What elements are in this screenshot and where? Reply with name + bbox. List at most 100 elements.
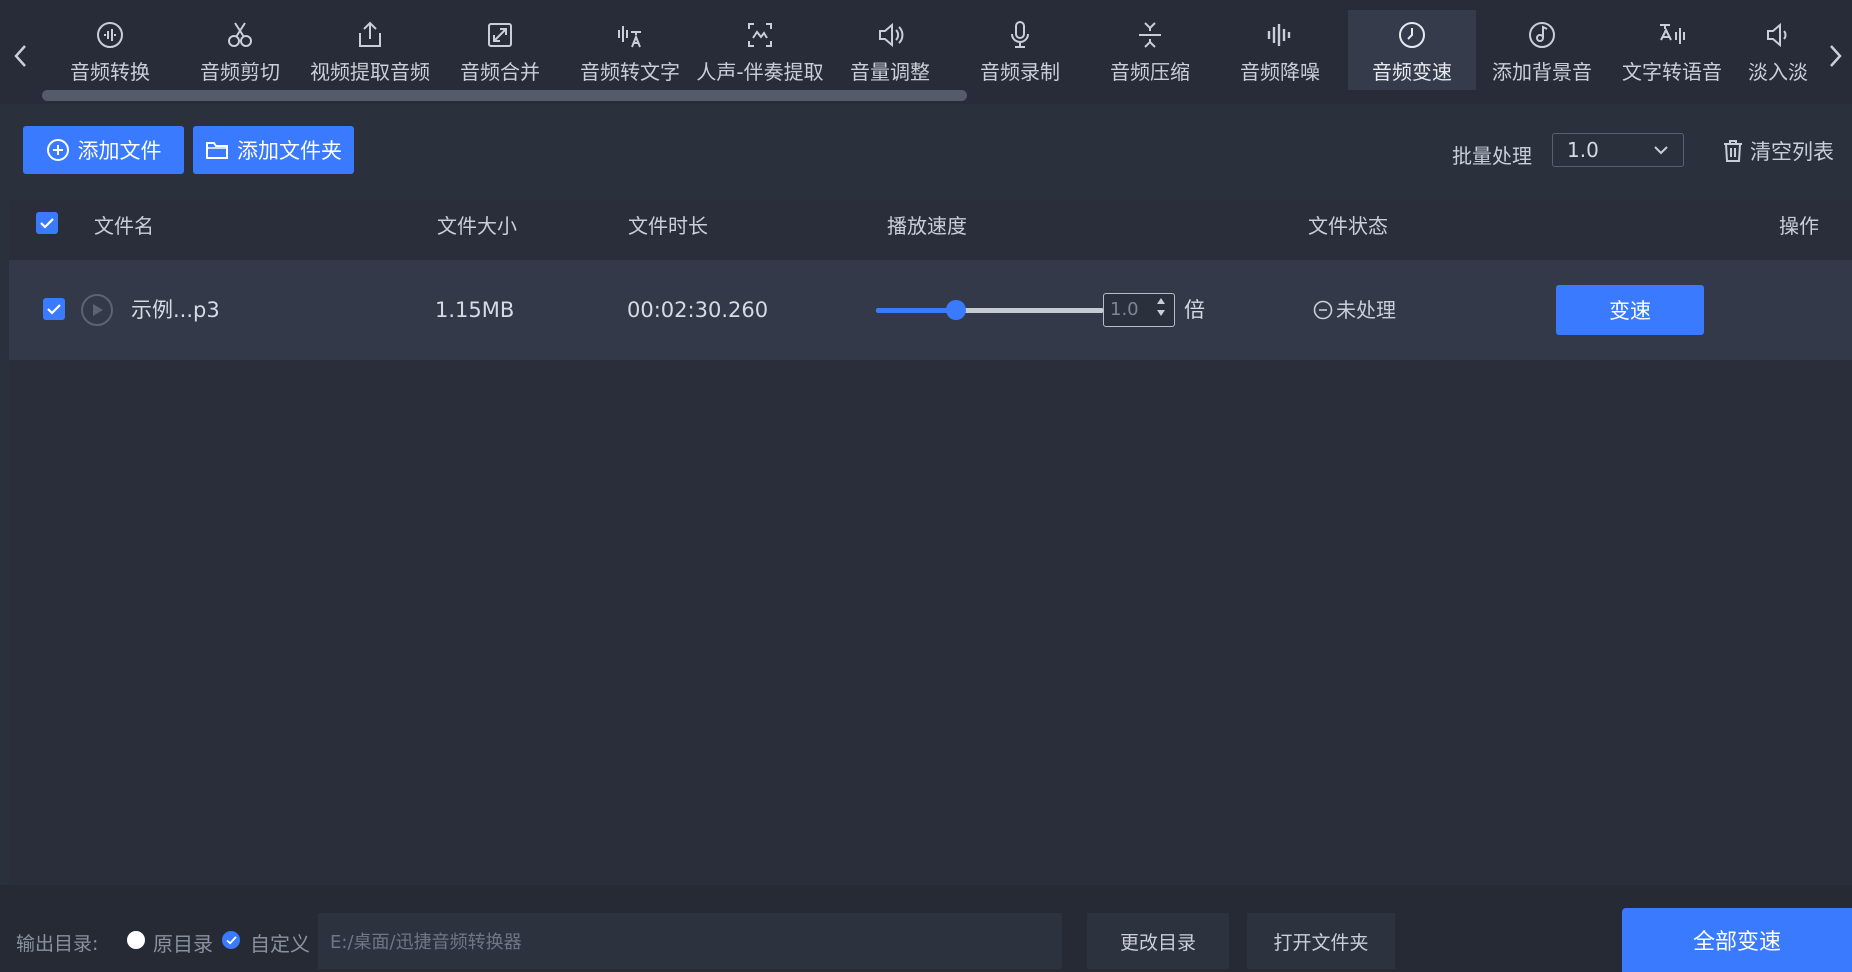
voice-extract-icon — [745, 10, 775, 50]
add-folder-label: 添加文件夹 — [237, 139, 342, 163]
speed-change-button[interactable]: 变速 — [1556, 285, 1704, 335]
trash-icon — [1724, 140, 1742, 162]
tool-label: 音频剪切 — [200, 60, 280, 84]
check-icon — [225, 935, 237, 944]
add-folder-button[interactable]: 添加文件夹 — [193, 126, 354, 174]
upload-icon — [355, 10, 385, 50]
tool-label: 人声-伴奏提取 — [696, 60, 824, 84]
scroll-right-icon[interactable] — [1820, 36, 1850, 76]
file-size: 1.15MB — [435, 298, 515, 322]
tool-label: 音量调整 — [850, 60, 930, 84]
tool-label: 音频转换 — [70, 60, 150, 84]
tool-label: 文字转语音 — [1622, 60, 1722, 84]
speed-slider-thumb[interactable] — [945, 300, 966, 320]
output-path-input[interactable] — [318, 913, 1062, 969]
speech-to-text-icon — [615, 10, 645, 50]
check-icon — [47, 304, 61, 315]
output-dir-label: 输出目录: — [16, 933, 99, 955]
chevron-down-icon — [1654, 146, 1668, 155]
table-row: 示例...p3 1.15MB 00:02:30.260 1.0 倍 未处理 变速 — [9, 260, 1852, 360]
tool-label: 音频变速 — [1372, 60, 1452, 84]
toolbar-scrollbar[interactable] — [42, 90, 967, 101]
tool-audio-record[interactable]: 音频录制 — [956, 10, 1084, 90]
scroll-left-icon[interactable] — [6, 36, 36, 76]
tool-audio-denoise[interactable]: 音频降噪 — [1216, 10, 1344, 90]
header-duration: 文件时长 — [628, 214, 708, 238]
select-all-checkbox[interactable] — [36, 212, 58, 234]
microphone-icon — [1005, 10, 1035, 50]
minus-circle-icon — [1313, 300, 1333, 320]
spin-up-icon[interactable] — [1156, 297, 1166, 305]
radio-original-dir[interactable] — [127, 931, 145, 949]
speed-spinner[interactable] — [1156, 297, 1166, 317]
tool-add-bgm[interactable]: 添加背景音 — [1478, 10, 1606, 90]
tool-label: 音频降噪 — [1240, 60, 1320, 84]
tool-label: 视频提取音频 — [310, 60, 430, 84]
speaker-icon — [875, 10, 905, 50]
plus-circle-icon — [46, 139, 69, 161]
tool-volume-adjust[interactable]: 音量调整 — [826, 10, 954, 90]
header-file-size: 文件大小 — [437, 214, 517, 238]
fade-icon — [1763, 10, 1793, 50]
file-status-text: 未处理 — [1336, 298, 1396, 322]
merge-icon — [485, 10, 515, 50]
play-button[interactable] — [81, 294, 113, 326]
tool-list: 音频转换 音频剪切 视频提取音频 音频合并 音频转文字 人声-伴奏提取 音量调整… — [46, 10, 1812, 90]
change-dir-button[interactable]: 更改目录 — [1087, 913, 1229, 969]
table-header: 文件名 文件大小 文件时长 播放速度 文件状态 操作 — [9, 200, 1852, 258]
header-action: 操作 — [1779, 214, 1819, 238]
file-duration: 00:02:30.260 — [627, 298, 769, 322]
compress-icon — [1135, 10, 1165, 50]
feature-toolbar: 音频转换 音频剪切 视频提取音频 音频合并 音频转文字 人声-伴奏提取 音量调整… — [0, 0, 1852, 104]
tool-audio-merge[interactable]: 音频合并 — [436, 10, 564, 90]
header-file-name: 文件名 — [94, 214, 154, 238]
tool-audio-cut[interactable]: 音频剪切 — [176, 10, 304, 90]
radio-custom-dir[interactable] — [222, 931, 240, 949]
tool-text-to-speech[interactable]: 文字转语音 — [1608, 10, 1736, 90]
speed-input-value: 1.0 — [1110, 299, 1139, 320]
batch-speed-value: 1.0 — [1567, 138, 1599, 162]
header-speed: 播放速度 — [887, 214, 967, 238]
speed-input[interactable]: 1.0 — [1103, 293, 1175, 327]
radio-custom-label[interactable]: 自定义 — [250, 928, 310, 957]
tool-label: 音频录制 — [980, 60, 1060, 84]
add-file-button[interactable]: 添加文件 — [23, 126, 184, 174]
spin-down-icon[interactable] — [1156, 309, 1166, 317]
tool-label: 音频转文字 — [580, 60, 680, 84]
process-all-button[interactable]: 全部变速 — [1622, 908, 1852, 972]
speed-slider-fill — [876, 308, 956, 313]
check-icon — [40, 218, 54, 229]
tool-audio-compress[interactable]: 音频压缩 — [1086, 10, 1214, 90]
speed-unit: 倍 — [1184, 298, 1205, 322]
audio-wave-icon — [95, 10, 125, 50]
file-name: 示例...p3 — [131, 298, 220, 322]
clear-list-button[interactable]: 清空列表 — [1722, 136, 1834, 166]
tool-voice-extract[interactable]: 人声-伴奏提取 — [696, 10, 824, 90]
tool-fade[interactable]: 淡入淡 — [1738, 10, 1812, 90]
tool-audio-speed[interactable]: 音频变速 — [1348, 10, 1476, 90]
equalizer-icon — [1265, 10, 1295, 50]
row-checkbox[interactable] — [43, 298, 65, 320]
speed-slider[interactable] — [876, 300, 1104, 320]
tool-audio-to-text[interactable]: 音频转文字 — [566, 10, 694, 90]
music-disc-icon — [1527, 10, 1557, 50]
open-folder-button[interactable]: 打开文件夹 — [1247, 913, 1395, 969]
play-icon — [93, 304, 103, 316]
folder-icon — [206, 142, 228, 159]
batch-label: 批量处理 — [1452, 144, 1532, 168]
tool-label: 淡入淡 — [1748, 60, 1808, 84]
radio-original-label[interactable]: 原目录 — [153, 928, 213, 957]
clear-list-label: 清空列表 — [1750, 140, 1834, 164]
scissors-icon — [225, 10, 255, 50]
add-file-label: 添加文件 — [77, 139, 162, 163]
text-to-speech-icon — [1657, 10, 1687, 50]
header-status: 文件状态 — [1308, 214, 1388, 238]
batch-speed-select[interactable]: 1.0 — [1552, 133, 1684, 167]
tool-label: 音频合并 — [460, 60, 540, 84]
file-status: 未处理 — [1313, 260, 1396, 360]
tool-label: 添加背景音 — [1492, 60, 1592, 84]
tool-label: 音频压缩 — [1110, 60, 1190, 84]
tool-audio-convert[interactable]: 音频转换 — [46, 10, 174, 90]
clock-icon — [1397, 10, 1427, 50]
tool-video-extract-audio[interactable]: 视频提取音频 — [306, 10, 434, 90]
